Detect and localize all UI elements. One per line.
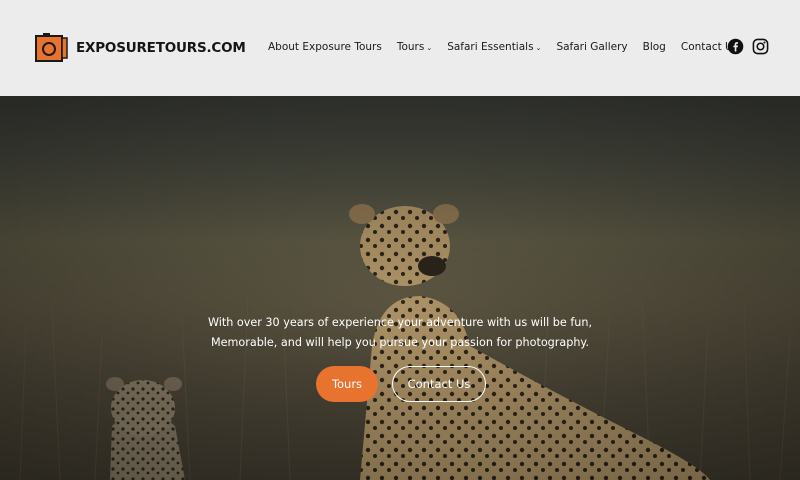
chevron-down-icon: ⌄ [535,44,542,52]
hero-tagline-line: With over 30 years of experience your ad… [207,316,593,329]
nav-item-label: Safari Gallery [556,41,628,53]
nav-item-tours[interactable]: Tours ⌄ [397,41,432,53]
camera-logo-icon [35,33,68,62]
hero-cheetah-image [0,96,800,480]
nav-item-label: Blog [642,41,666,53]
chevron-down-icon: ⌄ [426,44,433,52]
nav-item-safari-essentials[interactable]: Safari Essentials ⌄ [447,41,541,53]
hero-tagline-line: Memorable, and will help you pursue your… [210,336,590,349]
nav-item-label: Safari Essentials [447,41,534,53]
hero-tagline: With over 30 years of experience your ad… [190,313,610,353]
site-logo[interactable]: EXPOSURETOURS.COM [35,33,246,63]
instagram-icon[interactable] [752,38,769,55]
logo-text: EXPOSURETOURS.COM [76,40,246,56]
tours-button[interactable]: Tours [316,366,378,402]
nav-item-label: Tours [396,41,425,53]
main-nav: About Exposure Tours Tours ⌄ Safari Esse… [268,40,753,54]
hero-buttons: Tours Contact Us [316,366,486,402]
nav-item-about[interactable]: About Exposure Tours [268,41,382,53]
contact-us-button[interactable]: Contact Us [392,366,486,402]
social-links [727,38,777,55]
facebook-icon[interactable] [727,38,744,55]
nav-item-label: About Exposure Tours [268,41,382,53]
nav-item-blog[interactable]: Blog [643,41,666,53]
nav-item-safari-gallery[interactable]: Safari Gallery [556,41,627,53]
hero-section: With over 30 years of experience your ad… [0,96,800,480]
site-header: EXPOSURETOURS.COM About Exposure Tours T… [0,0,800,96]
